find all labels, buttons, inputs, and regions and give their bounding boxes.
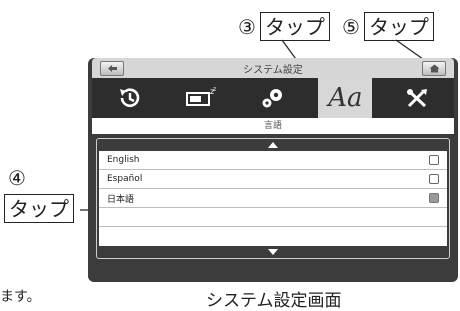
scroll-up-button[interactable]	[99, 139, 447, 151]
back-arrow-icon	[107, 65, 117, 72]
figure-caption: システム設定画面	[206, 291, 342, 311]
language-tab-label: Aa	[328, 83, 363, 113]
home-button[interactable]	[422, 61, 446, 76]
language-list-wrap: English Español 日本語	[92, 134, 454, 259]
chevron-up-icon	[268, 142, 278, 148]
screen-title: システム設定	[243, 64, 303, 76]
tools-icon	[406, 89, 427, 108]
language-item-english[interactable]: English	[99, 151, 447, 170]
tab-tools[interactable]	[391, 78, 445, 118]
back-button[interactable]	[100, 61, 124, 76]
battery-icon: z z	[185, 86, 216, 106]
language-list-frame: English Español 日本語	[96, 138, 450, 259]
scroll-down-button[interactable]	[99, 246, 447, 258]
title-bar: システム設定	[92, 58, 454, 78]
tab-language[interactable]: Aa	[318, 78, 373, 118]
section-label: 言語	[92, 118, 454, 134]
checkbox-spanish[interactable]	[429, 174, 439, 184]
tab-general[interactable]	[246, 78, 300, 118]
language-item-empty	[99, 208, 447, 227]
language-item-empty	[99, 227, 447, 246]
chevron-down-icon	[268, 249, 278, 255]
checkbox-japanese[interactable]	[429, 193, 439, 203]
home-icon	[429, 64, 439, 73]
tab-power[interactable]: z z	[174, 78, 228, 118]
body-text-fragment: ます。	[0, 289, 41, 305]
language-label: Español	[107, 174, 143, 184]
clock-icon	[120, 88, 140, 107]
language-label: 日本語	[107, 194, 135, 205]
language-list: English Español 日本語	[99, 151, 447, 246]
language-label: English	[107, 155, 140, 165]
gears-icon	[262, 89, 282, 108]
settings-tab-bar: z z Aa	[92, 78, 454, 118]
tab-clock[interactable]	[101, 78, 155, 118]
device-screen: システム設定 z z Aa 言語 English Español 日本語	[88, 58, 458, 282]
svg-text:z: z	[213, 86, 216, 93]
checkbox-english[interactable]	[429, 155, 439, 165]
language-item-japanese[interactable]: 日本語	[99, 189, 447, 208]
language-item-spanish[interactable]: Español	[99, 170, 447, 189]
